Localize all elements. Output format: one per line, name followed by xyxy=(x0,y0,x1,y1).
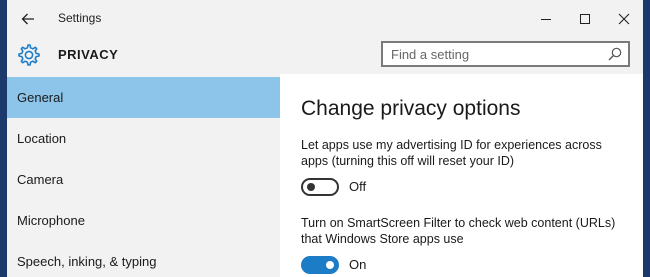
smartscreen-state: On xyxy=(349,257,367,272)
sidebar-item-location[interactable]: Location xyxy=(7,118,280,159)
sidebar-item-camera[interactable]: Camera xyxy=(7,159,280,200)
minimize-icon xyxy=(541,19,551,20)
sidebar-item-label: General xyxy=(17,90,64,105)
close-icon xyxy=(618,13,630,25)
back-button[interactable] xyxy=(15,6,41,32)
sidebar-item-speech-inking-typing[interactable]: Speech, inking, & typing xyxy=(7,241,280,277)
search-input[interactable] xyxy=(383,43,611,65)
sidebar-item-label: Microphone xyxy=(17,213,85,228)
sidebar-item-microphone[interactable]: Microphone xyxy=(7,200,280,241)
page-title: PRIVACY xyxy=(58,47,119,62)
maximize-icon xyxy=(580,14,590,24)
advertising-id-description: Let apps use my advertising ID for exper… xyxy=(301,138,602,168)
sidebar: General Location Camera Microphone Speec… xyxy=(7,74,280,277)
window-title: Settings xyxy=(58,11,102,25)
sidebar-item-label: Location xyxy=(17,131,67,146)
gear-icon xyxy=(18,44,40,66)
minimize-button[interactable] xyxy=(532,6,560,32)
content-title: Change privacy options xyxy=(301,97,521,120)
advertising-id-toggle[interactable] xyxy=(301,178,339,196)
page-header: PRIVACY xyxy=(7,38,643,74)
search-box[interactable] xyxy=(381,41,630,67)
maximize-button[interactable] xyxy=(571,6,599,32)
advertising-id-state: Off xyxy=(349,179,367,194)
title-bar: Settings xyxy=(7,0,643,38)
toggle-knob xyxy=(326,261,334,269)
sidebar-item-general[interactable]: General xyxy=(7,77,280,118)
toggle-knob xyxy=(307,183,315,191)
back-arrow-icon xyxy=(21,13,34,25)
content-pane: Change privacy options Let apps use my a… xyxy=(280,74,643,277)
smartscreen-toggle[interactable] xyxy=(301,256,339,274)
sidebar-item-label: Speech, inking, & typing xyxy=(17,254,157,269)
search-icon[interactable] xyxy=(607,46,623,62)
settings-window: Settings PRIVACY Find a setting General … xyxy=(7,0,643,277)
close-button[interactable] xyxy=(610,6,638,32)
smartscreen-description: Turn on SmartScreen Filter to check web … xyxy=(301,216,616,246)
sidebar-item-label: Camera xyxy=(17,172,64,187)
